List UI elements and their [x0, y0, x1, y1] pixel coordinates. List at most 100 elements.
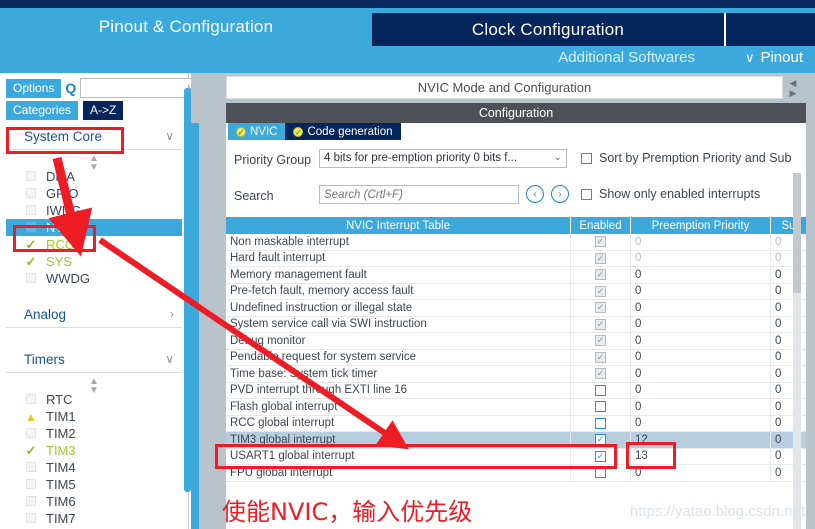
interrupt-name-cell: Memory management fault [226, 267, 571, 283]
preemption-priority-cell[interactable]: 0 [631, 267, 771, 283]
table-row[interactable]: Hard fault interrupt00 [226, 250, 806, 267]
sort-by-preemption-checkbox-row[interactable]: Sort by Premption Priority and Sub [581, 151, 791, 165]
interrupt-name-cell: Hard fault interrupt [226, 250, 571, 266]
table-row[interactable]: Non maskable interrupt00 [226, 234, 806, 251]
enabled-cell[interactable] [571, 333, 631, 349]
enabled-cell[interactable] [571, 234, 631, 250]
priority-group-select[interactable]: 4 bits for pre-emption priority 0 bits f… [319, 149, 567, 168]
interrupt-name-cell: Time base: System tick timer [226, 366, 571, 382]
annotation-box-tim3-row [215, 444, 617, 469]
annotation-note: 使能NVIC，输入优先级 [222, 498, 473, 526]
sidebar-scroll-area[interactable]: System Core ∨ ▲ ▼ DMA GPIO IWDG NVIC ✓ R… [6, 123, 182, 523]
enabled-cell[interactable] [571, 283, 631, 299]
table-row[interactable]: Debug monitor00 [226, 333, 806, 350]
enabled-cell[interactable] [571, 250, 631, 266]
tab-nvic[interactable]: ✓ NVIC [228, 123, 286, 140]
enabled-cell[interactable] [571, 366, 631, 382]
column-header-preemption[interactable]: Preemption Priority [631, 217, 771, 234]
main-scrollbar-thumb[interactable] [793, 173, 801, 293]
preemption-priority-cell[interactable]: 0 [631, 316, 771, 332]
enabled-cell[interactable] [571, 415, 631, 431]
interrupt-table-header: NVIC Interrupt Table Enabled Preemption … [226, 217, 806, 234]
warning-icon: ▲ [25, 409, 37, 424]
sidebar-item-tim2[interactable]: TIM2 [6, 425, 182, 442]
sidebar-item-tim5[interactable]: TIM5 [6, 476, 182, 493]
preemption-priority-cell[interactable]: 0 [631, 300, 771, 316]
mode-header-scroll-arrows[interactable]: ◀ ▶ [785, 76, 801, 100]
sidebar-search-combo[interactable]: ∨ [80, 78, 201, 98]
preemption-priority-cell[interactable]: 0 [631, 349, 771, 365]
check-icon: ✓ [25, 253, 37, 269]
sidebar-item-tim1[interactable]: ▲ TIM1 [6, 408, 182, 425]
preemption-priority-cell[interactable]: 0 [631, 234, 771, 250]
enabled-cell[interactable] [571, 300, 631, 316]
enabled-cell[interactable] [571, 316, 631, 332]
preemption-priority-cell[interactable]: 0 [631, 382, 771, 398]
additional-softwares-label[interactable]: Additional Softwares [558, 49, 695, 66]
table-row[interactable]: Pre-fetch fault, memory access fault00 [226, 283, 806, 300]
annotation-box-system-core [6, 127, 124, 154]
enabled-cell[interactable] [571, 349, 631, 365]
sidebar-item-dma[interactable]: DMA [6, 168, 182, 185]
show-only-enabled-checkbox-row[interactable]: Show only enabled interrupts [581, 187, 760, 201]
pinout-menu[interactable]: ∨ Pinout [745, 49, 803, 66]
table-row[interactable]: RCC global interrupt 0 0 [226, 415, 806, 432]
sidebar-item-tim3[interactable]: ✓ TIM3 [6, 442, 182, 459]
preemption-priority-cell[interactable]: 0 [631, 399, 771, 415]
sidebar-group-timers[interactable]: Timers ∨ [6, 346, 182, 373]
sidebar-spinner-icon[interactable]: ▲ ▼ [6, 377, 182, 396]
tab-code-generation[interactable]: ✓ Code generation [285, 123, 401, 140]
mode-header-label: NVIC Mode and Configuration [417, 80, 592, 95]
table-row[interactable]: Undefined instruction or illegal state00 [226, 300, 806, 317]
sidebar-item-gpio[interactable]: GPIO [6, 185, 182, 202]
interrupt-name-cell: Pre-fetch fault, memory access fault [226, 283, 571, 299]
checkbox-icon [581, 188, 592, 200]
sidebar-spinner-icon[interactable]: ▲ ▼ [6, 154, 182, 173]
options-button[interactable]: Options [6, 78, 62, 98]
table-row[interactable]: System service call via SWI instruction 0… [226, 316, 806, 333]
table-row[interactable]: Pendable request for system service00 [226, 349, 806, 366]
tab-extra[interactable] [726, 13, 815, 46]
sidebar-item-sys[interactable]: ✓ SYS [6, 253, 182, 270]
sidebar-group-analog[interactable]: Analog › [6, 301, 182, 328]
enabled-cell[interactable] [571, 382, 631, 398]
checkbox-icon [26, 394, 36, 404]
tab-clock-configuration[interactable]: Clock Configuration [372, 13, 724, 46]
enabled-cell[interactable] [571, 399, 631, 415]
sidebar-item-tim7[interactable]: TIM7 [6, 510, 182, 523]
sidebar-item-tim4[interactable]: TIM4 [6, 459, 182, 476]
search-next-button[interactable]: › [551, 185, 569, 203]
table-row[interactable]: Memory management fault00 [226, 267, 806, 284]
sidebar-scrollbar-thumb[interactable] [184, 88, 191, 492]
checkbox-icon [26, 462, 36, 472]
search-prev-button[interactable]: ‹ [526, 185, 544, 203]
tab-pinout-configuration-label: Pinout & Configuration [98, 17, 274, 36]
preemption-priority-cell[interactable]: 0 [631, 250, 771, 266]
chevron-right-icon: › [558, 188, 562, 200]
preemption-priority-cell[interactable]: 0 [631, 366, 771, 382]
column-header-enabled[interactable]: Enabled [571, 217, 631, 234]
column-header-name[interactable]: NVIC Interrupt Table [226, 217, 571, 234]
table-row[interactable]: Time base: System tick timer00 [226, 366, 806, 383]
sidebar-item-rtc[interactable]: RTC [6, 391, 182, 408]
sidebar-item-wwdg[interactable]: WWDG [6, 270, 182, 287]
preemption-priority-cell[interactable]: 0 [631, 283, 771, 299]
tab-pinout-configuration[interactable]: Pinout & Configuration [0, 8, 372, 46]
az-sort-button[interactable]: A->Z [83, 101, 124, 120]
checkbox-icon [26, 273, 36, 283]
sidebar-item-iwdg[interactable]: IWDG [6, 202, 182, 219]
checkbox-icon [595, 401, 606, 413]
preemption-priority-cell[interactable]: 0 [631, 333, 771, 349]
pinout-menu-label: Pinout [760, 49, 803, 66]
table-row[interactable]: Flash global interrupt 0 0 [226, 399, 806, 416]
enabled-cell[interactable] [571, 267, 631, 283]
search-input[interactable] [319, 185, 519, 204]
table-row[interactable]: PVD interrupt through EXTI line 16 0 0 [226, 382, 806, 399]
triangle-right-icon: ▶ [789, 88, 797, 98]
sidebar-group-analog-label: Analog [24, 306, 67, 322]
sidebar-item-tim6[interactable]: TIM6 [6, 493, 182, 510]
preemption-priority-cell[interactable]: 0 [631, 415, 771, 431]
check-circle-icon: ✓ [236, 126, 246, 137]
categories-button[interactable]: Categories [6, 101, 79, 120]
